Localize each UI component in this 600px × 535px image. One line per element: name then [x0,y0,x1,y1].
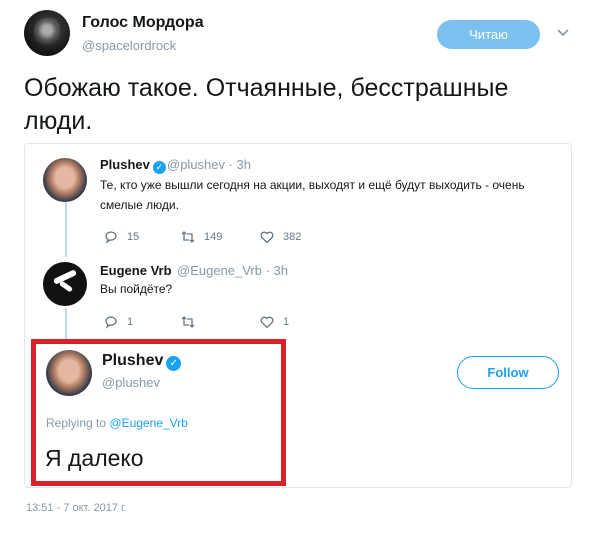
replying-to-prefix: Replying to [46,416,107,430]
retweet-icon [181,316,195,328]
thread-connector [65,308,67,343]
reply-action[interactable]: 15 [103,228,139,246]
like-count: 382 [283,231,302,243]
reply-author-handle[interactable]: @plushev [102,375,160,390]
tweet-text: Обожаю такое. Отчаянные, бесстрашные люд… [24,74,509,135]
reply-author-name-text: Plushev [102,352,164,369]
author-name[interactable]: Голос Мордора [82,14,204,32]
reply-author-name[interactable]: Plushev ✓ [102,352,182,371]
author-avatar[interactable] [24,10,70,56]
heart-icon [260,316,274,329]
thread-tweet-text: Те, кто уже вышли сегодня на акции, выхо… [100,178,525,212]
retweet-icon [181,231,195,243]
verified-icon: ✓ [152,161,166,174]
thread-author-meta: @Eugene_Vrb · 3h [177,263,289,278]
author-handle[interactable]: @spacelordrock [82,38,176,53]
thread-author-meta: @plushev · 3h [167,157,252,172]
thread-author-name[interactable]: Eugene Vrb [100,263,172,278]
replying-to: Replying to @Eugene_Vrb [46,416,188,430]
thread-author-name-text: Plushev [100,157,150,172]
chevron-down-icon[interactable] [556,25,570,39]
avatar[interactable] [46,350,92,396]
avatar[interactable] [43,158,87,202]
thread-author-name[interactable]: Plushev ✓ [100,157,166,174]
verified-icon: ✓ [166,356,182,371]
avatar[interactable] [43,262,87,306]
thread-tweet-text: Вы пойдёте? [100,282,173,296]
reply-icon [105,231,117,244]
like-action[interactable]: 382 [259,228,301,246]
reply-action[interactable]: 1 [103,313,133,331]
heart-icon [260,231,274,244]
retweet-action[interactable]: 149 [180,228,222,246]
thread-connector [65,202,67,257]
retweet-count: 149 [204,231,223,243]
replying-to-mention[interactable]: @Eugene_Vrb [109,416,187,430]
following-button[interactable]: Читаю [437,20,540,49]
reply-text: Я далеко [45,445,144,471]
like-action[interactable]: 1 [259,313,289,331]
reply-icon [105,316,117,329]
retweet-action[interactable] [180,313,204,331]
tweet-timestamp[interactable]: 13:51 - 7 окт. 2017 г. [26,502,127,514]
follow-button[interactable]: Follow [457,356,559,389]
reply-count: 1 [127,316,134,328]
reply-count: 15 [127,231,140,243]
like-count: 1 [283,316,290,328]
